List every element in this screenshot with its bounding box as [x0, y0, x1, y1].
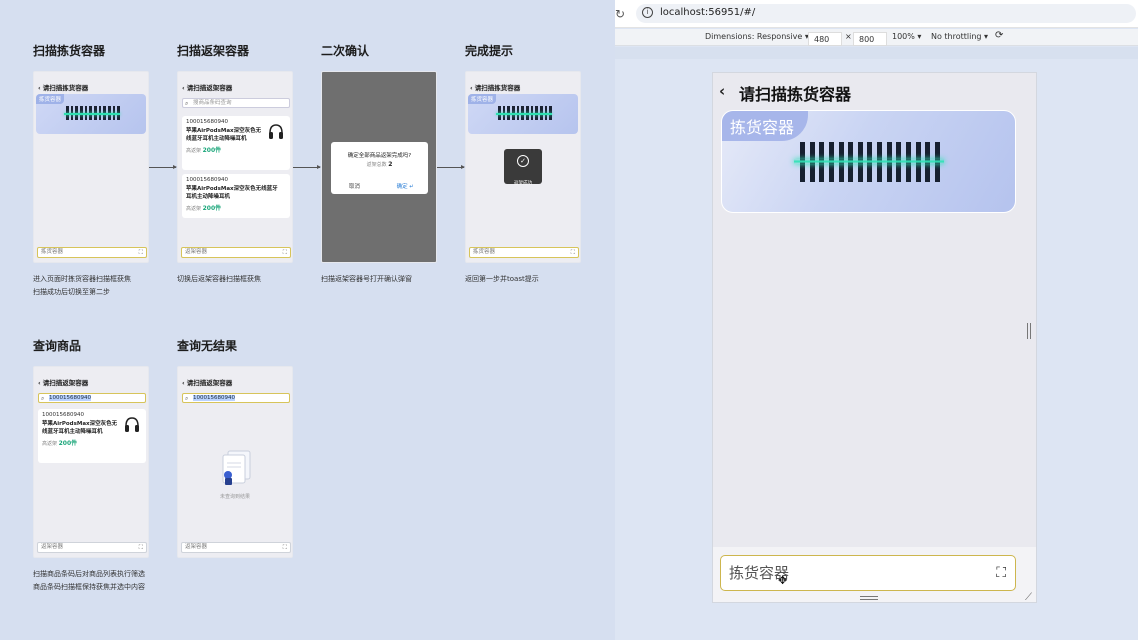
scan-icon: ⛶	[570, 249, 575, 256]
description: 返回第一步并toast提示	[465, 275, 539, 283]
mockup-header: ‹ 请扫描拣货容器	[38, 84, 89, 92]
browser-window: ↻ i localhost:56951/#/ Dimensions: Respo…	[615, 0, 1138, 640]
mockup-query: ‹ 请扫描返架容器 ⌕ 100015680940 100015680940 苹果Ai…	[33, 366, 149, 558]
description: 扫描返架容器号打开确认弹窗	[321, 275, 412, 283]
section-title-no-result: 查询无结果	[177, 339, 238, 353]
success-toast: ✓ 返架成功	[504, 149, 542, 186]
mockup-header: ‹ 请扫描拣货容器	[470, 84, 521, 92]
ok-button: 确定 ↵	[396, 184, 414, 190]
mockup-search: ⌕ 100015680940	[182, 393, 290, 403]
container-tag: 拣货容器	[722, 111, 808, 141]
search-icon: ⌕	[185, 100, 189, 107]
resize-handle-vertical[interactable]	[1027, 323, 1031, 339]
design-board: 扫描拣货容器 扫描返架容器 二次确认 完成提示 查询商品 查询无结果 ‹ 请扫描拣…	[0, 0, 615, 640]
mockup-search: ⌕ 搜商品条码查询	[182, 98, 290, 108]
resize-handle-horizontal[interactable]	[860, 596, 878, 600]
scan-line	[64, 113, 120, 115]
mockup-input: 拣货容器 ⛶	[37, 247, 147, 258]
mockup-header: ‹ 请扫描返架容器	[182, 379, 233, 387]
mockup-no-result: ‹ 请扫描返架容器 ⌕ 100015680940 未查询到结果 返架容器 ⛶	[177, 366, 293, 558]
flow-arrow	[437, 165, 465, 169]
headphones-icon	[269, 124, 283, 139]
empty-illustration-icon	[222, 450, 251, 485]
section-title-scan-pick: 扫描拣货容器	[33, 44, 106, 58]
bottom-bar: 拣货容器 ⛶ ✥	[713, 547, 1036, 602]
width-input[interactable]: 480	[808, 32, 842, 46]
throttling-select[interactable]: No throttling ▾	[931, 32, 988, 41]
info-icon[interactable]: i	[642, 7, 653, 18]
search-icon: ⌕	[185, 395, 189, 402]
scan-icon[interactable]: ⛶	[996, 565, 1006, 581]
url-text[interactable]: localhost:56951/#/	[660, 7, 755, 18]
empty-text: 未查询到结果	[219, 494, 250, 500]
check-icon: ✓	[517, 155, 529, 167]
headphones-icon	[125, 417, 139, 432]
mockup-input: 返架容器 ⛶	[37, 542, 147, 553]
resize-corner-icon[interactable]: ⟋	[1025, 592, 1032, 603]
scan-icon: ⛶	[282, 249, 287, 256]
zoom-select[interactable]: 100% ▾	[892, 32, 921, 41]
section-title-done: 完成提示	[465, 44, 514, 58]
ruler	[615, 47, 1138, 59]
page-title: 请扫描拣货容器	[739, 85, 852, 104]
mockup-input: 返架容器 ⛶	[181, 542, 291, 553]
confirm-dialog: 确定全部商品返架完成吗? 返架总数 2 取消 确定 ↵	[331, 142, 428, 194]
mockup-scan-pick: ‹ 请扫描拣货容器 拣货容器 拣货容器 ⛶	[33, 71, 149, 263]
section-title-query: 查询商品	[33, 339, 82, 353]
banner-tag: 拣货容器	[36, 94, 65, 104]
mockup-input: 拣货容器 ⛶	[469, 247, 579, 258]
mockup-scan-return: ‹ 请扫描返架容器 ⌕ 搜商品条码查询 100015680940 苹果AirPods…	[177, 71, 293, 263]
mockup-banner: 拣货容器	[468, 94, 578, 134]
section-title-scan-return: 扫描返架容器	[177, 44, 250, 58]
device-viewport: ‹ 请扫描拣货容器 拣货容器 拣货容器 ⛶ ✥	[712, 72, 1037, 603]
rotate-icon[interactable]: ⟳	[995, 30, 1003, 41]
section-title-confirm: 二次确认	[321, 44, 370, 58]
product-card: 100015680940 苹果AirPodsMax深空灰色无线蓝牙耳机主动降噪耳…	[38, 409, 146, 463]
scan-icon: ⛶	[138, 249, 143, 256]
reload-icon[interactable]: ↻	[615, 7, 625, 21]
mockup-header: ‹ 请扫描返架容器	[38, 379, 89, 387]
scan-icon: ⛶	[282, 544, 287, 551]
scan-banner: 拣货容器	[721, 110, 1016, 213]
search-icon: ⌕	[41, 395, 45, 402]
flow-arrow	[293, 165, 321, 169]
flow-arrow	[149, 165, 177, 169]
mockup-done: ‹ 请扫描拣货容器 拣货容器 ✓ 返架成功 拣货容器 ⛶	[465, 71, 581, 263]
devtools-device-toolbar: Dimensions: Responsive ▾ 480 × 800 100% …	[615, 29, 1138, 46]
mockup-header: ‹ 请扫描返架容器	[182, 84, 233, 92]
back-icon[interactable]: ‹	[719, 82, 725, 100]
height-input[interactable]: 800	[853, 32, 887, 46]
description: 进入页面时拣货容器扫描框获焦 扫描成功后切换至第二步	[33, 275, 131, 296]
mockup-confirm: 确定全部商品返架完成吗? 返架总数 2 取消 确定 ↵	[321, 71, 437, 263]
description: 切换后返架容器扫描框获焦	[177, 275, 261, 283]
mockup-banner: 拣货容器	[36, 94, 146, 134]
times-label: ×	[845, 32, 852, 41]
scan-line	[794, 159, 944, 164]
container-scan-input[interactable]: 拣货容器 ⛶ ✥	[720, 555, 1016, 591]
product-card: 100015680940 苹果AirPodsMax深空灰色无线蓝牙耳机主动降噪耳…	[182, 116, 290, 170]
product-card: 100015680940 苹果AirPodsMax深空灰色无线蓝牙耳机主动降噪耳…	[182, 174, 290, 218]
scan-line	[496, 113, 552, 115]
cancel-button: 取消	[349, 184, 361, 190]
mockup-search: ⌕ 100015680940	[38, 393, 146, 403]
mockup-input: 返架容器 ⛶	[181, 247, 291, 258]
dimensions-select[interactable]: Dimensions: Responsive ▾	[705, 32, 809, 41]
scan-icon: ⛶	[138, 544, 143, 551]
url-field[interactable]: i localhost:56951/#/	[636, 4, 1136, 23]
address-bar: ↻ i localhost:56951/#/	[615, 0, 1138, 28]
description: 扫描商品条码后对商品列表执行筛选 商品条码扫描框保持获焦并选中内容	[33, 570, 145, 591]
cursor-icon: ✥	[778, 574, 788, 587]
